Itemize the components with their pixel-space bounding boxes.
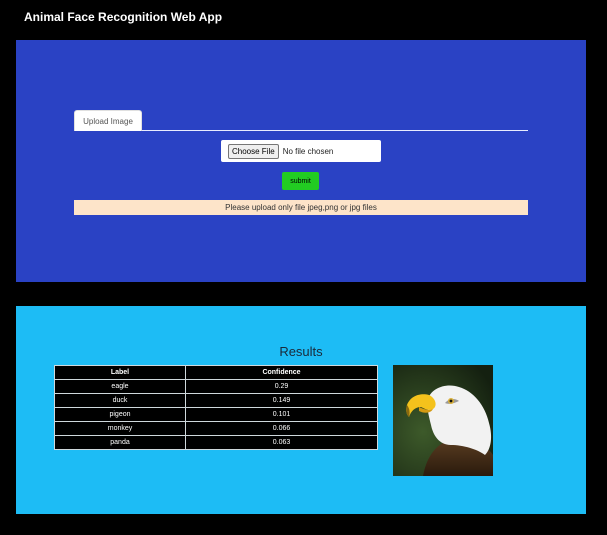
submit-button[interactable]: submit [282, 172, 319, 190]
results-panel: Results Label Confidence eagle 0.29 duck… [16, 306, 586, 514]
results-title: Results [279, 344, 323, 359]
column-header-confidence: Confidence [185, 365, 378, 380]
row-label: panda [54, 435, 186, 450]
table-header-row: Label Confidence [54, 365, 378, 380]
table-row: panda 0.063 [54, 435, 378, 450]
table-row: duck 0.149 [54, 393, 378, 408]
row-confidence: 0.101 [185, 407, 378, 422]
table-row: monkey 0.066 [54, 421, 378, 436]
row-label: duck [54, 393, 186, 408]
row-label: pigeon [54, 407, 186, 422]
app-title: Animal Face Recognition Web App [24, 10, 223, 24]
uploaded-image-eagle [393, 365, 493, 476]
file-input[interactable]: Choose File No file chosen [221, 140, 381, 162]
file-status-text: No file chosen [282, 146, 334, 156]
row-label: eagle [54, 379, 186, 394]
row-confidence: 0.063 [185, 435, 378, 450]
tab-upload-image[interactable]: Upload Image [74, 110, 142, 131]
results-table: Label Confidence eagle 0.29 duck 0.149 p… [54, 365, 378, 450]
table-row: pigeon 0.101 [54, 407, 378, 422]
column-header-label: Label [54, 365, 186, 380]
row-confidence: 0.066 [185, 421, 378, 436]
file-type-warning: Please upload only file jpeg,png or jpg … [74, 200, 528, 215]
row-label: monkey [54, 421, 186, 436]
table-row: eagle 0.29 [54, 379, 378, 394]
tab-divider [74, 130, 528, 131]
row-confidence: 0.149 [185, 393, 378, 408]
upload-panel: Upload Image Choose File No file chosen … [16, 40, 586, 282]
row-confidence: 0.29 [185, 379, 378, 394]
choose-file-button[interactable]: Choose File [228, 143, 279, 159]
